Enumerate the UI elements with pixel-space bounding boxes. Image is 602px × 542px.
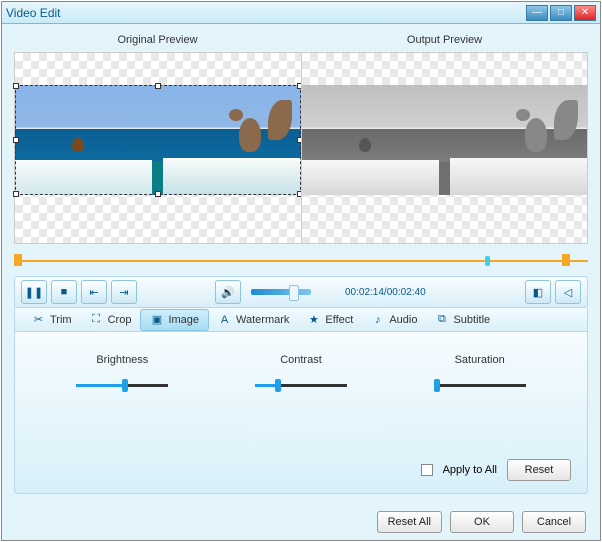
- crop-handle-b[interactable]: [155, 191, 161, 197]
- tab-trim[interactable]: ✂ Trim: [23, 309, 81, 331]
- original-preview-pane[interactable]: [15, 53, 301, 243]
- timeline[interactable]: [14, 252, 588, 270]
- crop-selection[interactable]: [15, 85, 301, 195]
- tab-label: Image: [168, 314, 199, 326]
- window-title: Video Edit: [6, 6, 61, 20]
- scissors-icon: ✂: [32, 313, 45, 326]
- contrast-label: Contrast: [280, 354, 322, 366]
- flip-horizontal-button[interactable]: ◧: [525, 280, 551, 304]
- brightness-label: Brightness: [96, 354, 148, 366]
- brightness-control: Brightness: [76, 354, 168, 387]
- ok-button[interactable]: OK: [450, 511, 514, 533]
- tab-crop[interactable]: ⛶ Crop: [81, 309, 141, 331]
- saturation-control: Saturation: [434, 354, 526, 387]
- preview-container: [14, 52, 588, 244]
- watermark-icon: A: [218, 313, 231, 326]
- tab-bar: ✂ Trim ⛶ Crop ▣ Image A Watermark ★ Effect ♪ A…: [14, 308, 588, 332]
- tab-label: Watermark: [236, 314, 289, 326]
- titlebar: Video Edit — □ ✕: [2, 2, 600, 24]
- tab-image[interactable]: ▣ Image: [140, 309, 209, 331]
- tab-label: Crop: [108, 314, 132, 326]
- apply-to-all-checkbox[interactable]: [421, 464, 433, 476]
- subtitle-icon: ⧉: [435, 313, 448, 326]
- flip-vertical-button[interactable]: ◁: [555, 280, 581, 304]
- original-preview-label: Original Preview: [14, 34, 301, 52]
- crop-icon: ⛶: [90, 313, 103, 326]
- output-preview-label: Output Preview: [301, 34, 588, 52]
- playback-time: 00:02:14/00:02:40: [345, 287, 426, 298]
- mark-in-button[interactable]: ⇤: [81, 280, 107, 304]
- crop-handle-tl[interactable]: [13, 83, 19, 89]
- close-button[interactable]: ✕: [574, 5, 596, 21]
- tab-label: Trim: [50, 314, 72, 326]
- crop-handle-bl[interactable]: [13, 191, 19, 197]
- cancel-button[interactable]: Cancel: [522, 511, 586, 533]
- reset-all-button[interactable]: Reset All: [377, 511, 442, 533]
- flip-h-icon: ◧: [533, 286, 543, 299]
- contrast-slider[interactable]: [255, 384, 347, 387]
- trim-end-handle[interactable]: [562, 254, 570, 266]
- music-icon: ♪: [371, 313, 384, 326]
- brightness-thumb[interactable]: [122, 379, 128, 392]
- apply-to-all-label: Apply to All: [443, 464, 497, 476]
- tab-effect[interactable]: ★ Effect: [298, 309, 362, 331]
- speaker-icon: 🔊: [221, 286, 235, 299]
- playback-controls: ❚❚ ■ ⇤ ⇥ 🔊 00:02:14/00:02:40 ◧ ◁: [14, 276, 588, 308]
- volume-slider[interactable]: [251, 289, 311, 295]
- minimize-button[interactable]: —: [526, 5, 548, 21]
- stop-icon: ■: [61, 286, 68, 298]
- mark-in-icon: ⇤: [89, 286, 98, 299]
- stop-button[interactable]: ■: [51, 280, 77, 304]
- video-edit-window: Video Edit — □ ✕ Original Preview Output…: [1, 1, 601, 541]
- pause-icon: ❚❚: [25, 286, 43, 299]
- tab-audio[interactable]: ♪ Audio: [362, 309, 426, 331]
- contrast-thumb[interactable]: [275, 379, 281, 392]
- crop-handle-l[interactable]: [13, 137, 19, 143]
- pause-button[interactable]: ❚❚: [21, 280, 47, 304]
- flip-v-icon: ◁: [564, 286, 572, 299]
- contrast-control: Contrast: [255, 354, 347, 387]
- trim-start-handle[interactable]: [14, 254, 22, 266]
- playhead[interactable]: [485, 256, 490, 266]
- image-icon: ▣: [150, 313, 163, 326]
- star-icon: ★: [307, 313, 320, 326]
- mark-out-button[interactable]: ⇥: [111, 280, 137, 304]
- dialog-footer: Reset All OK Cancel: [2, 504, 600, 540]
- brightness-slider[interactable]: [76, 384, 168, 387]
- saturation-label: Saturation: [455, 354, 505, 366]
- reset-button[interactable]: Reset: [507, 459, 571, 481]
- output-preview-pane: [301, 53, 588, 243]
- mute-button[interactable]: 🔊: [215, 280, 241, 304]
- tab-subtitle[interactable]: ⧉ Subtitle: [426, 309, 499, 331]
- image-panel: Brightness Contrast Saturation Apply to …: [14, 332, 588, 494]
- tab-label: Audio: [389, 314, 417, 326]
- tab-label: Effect: [325, 314, 353, 326]
- tab-label: Subtitle: [453, 314, 490, 326]
- maximize-button[interactable]: □: [550, 5, 572, 21]
- tab-watermark[interactable]: A Watermark: [209, 309, 298, 331]
- crop-handle-t[interactable]: [155, 83, 161, 89]
- saturation-thumb[interactable]: [434, 379, 440, 392]
- saturation-slider[interactable]: [434, 384, 526, 387]
- mark-out-icon: ⇥: [119, 286, 128, 299]
